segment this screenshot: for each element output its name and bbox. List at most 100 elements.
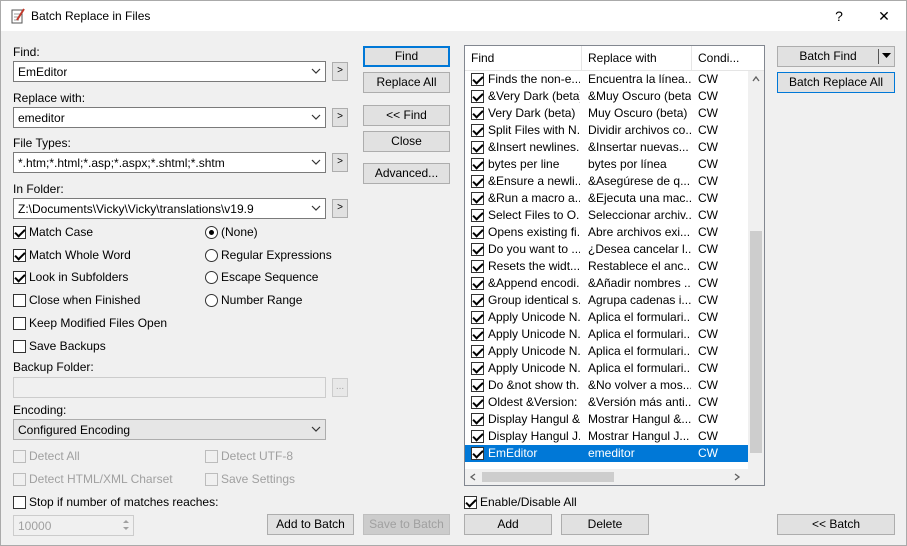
save-settings-checkbox[interactable]: Save Settings xyxy=(205,472,295,486)
backup-browse-button[interactable]: ... xyxy=(332,378,348,397)
table-row[interactable]: Apply Unicode N... Aplica el formulari...… xyxy=(465,343,748,360)
row-checkbox[interactable] xyxy=(471,158,484,171)
filetypes-expand-button[interactable]: > xyxy=(332,153,348,172)
scroll-up-icon[interactable] xyxy=(752,75,760,83)
look-in-subfolders-checkbox[interactable]: Look in Subfolders xyxy=(13,270,128,284)
row-checkbox[interactable] xyxy=(471,226,484,239)
batch-replace-all-button[interactable]: Batch Replace All xyxy=(777,72,895,93)
row-checkbox[interactable] xyxy=(471,413,484,426)
row-checkbox[interactable] xyxy=(471,311,484,324)
mode-number-range-radio[interactable]: Number Range xyxy=(205,293,302,307)
close-when-finished-checkbox[interactable]: Close when Finished xyxy=(13,293,140,307)
table-row[interactable]: &Run a macro a... &Ejecuta una mac... CW xyxy=(465,190,748,207)
find-expand-button[interactable]: > xyxy=(332,62,348,81)
help-button[interactable]: ? xyxy=(816,1,862,31)
replace-combo[interactable]: emeditor xyxy=(13,107,326,128)
table-row[interactable]: Very Dark (beta) Muy Oscuro (beta) CW xyxy=(465,105,748,122)
column-header-find[interactable]: Find xyxy=(465,46,582,71)
match-case-checkbox[interactable]: Match Case xyxy=(13,225,93,239)
table-row[interactable]: Do you want to ... ¿Desea cancelar l... CW xyxy=(465,241,748,258)
batch-list[interactable]: Find Replace with Condi... Finds the non… xyxy=(464,45,765,486)
filetypes-combo[interactable]: *.htm;*.html;*.asp;*.aspx;*.shtml;*.shtm xyxy=(13,152,326,173)
back-to-batch-button[interactable]: << Batch xyxy=(777,514,895,535)
row-checkbox[interactable] xyxy=(471,328,484,341)
delete-button[interactable]: Delete xyxy=(561,514,649,535)
table-row[interactable]: Apply Unicode N... Aplica el formulari...… xyxy=(465,309,748,326)
horizontal-scrollbar[interactable] xyxy=(465,469,748,485)
stop-matches-checkbox[interactable]: Stop if number of matches reaches: xyxy=(13,495,218,509)
save-backups-checkbox[interactable]: Save Backups xyxy=(13,339,106,353)
table-row[interactable]: &Very Dark (beta) &Muy Oscuro (beta) CW xyxy=(465,88,748,105)
table-row[interactable]: Select Files to O... Seleccionar archiv..… xyxy=(465,207,748,224)
vertical-scroll-thumb[interactable] xyxy=(750,231,762,453)
column-header-conditions[interactable]: Condi... xyxy=(692,46,764,71)
table-row[interactable]: Resets the widt... Restablece el anc... CW xyxy=(465,258,748,275)
table-row[interactable]: Group identical s... Agrupa cadenas i... C… xyxy=(465,292,748,309)
row-checkbox[interactable] xyxy=(471,175,484,188)
detect-charset-checkbox[interactable]: Detect HTML/XML Charset xyxy=(13,472,173,486)
row-checkbox[interactable] xyxy=(471,73,484,86)
column-header-replace[interactable]: Replace with xyxy=(582,46,692,71)
backup-folder-input[interactable] xyxy=(13,377,326,398)
row-checkbox[interactable] xyxy=(471,447,484,460)
replace-all-button[interactable]: Replace All xyxy=(363,72,450,93)
table-row[interactable]: bytes per line bytes por línea CW xyxy=(465,156,748,173)
row-checkbox[interactable] xyxy=(471,209,484,222)
stop-count-stepper[interactable]: 10000 xyxy=(13,515,134,536)
table-row[interactable]: Apply Unicode N... Aplica el formulari...… xyxy=(465,326,748,343)
replace-expand-button[interactable]: > xyxy=(332,108,348,127)
row-checkbox[interactable] xyxy=(471,294,484,307)
find-combo[interactable]: EmEditor xyxy=(13,61,326,82)
row-checkbox[interactable] xyxy=(471,362,484,375)
table-row[interactable]: Display Hangul &... Mostrar Hangul &... CW xyxy=(465,411,748,428)
vertical-scrollbar[interactable] xyxy=(748,71,764,469)
row-checkbox[interactable] xyxy=(471,345,484,358)
detect-all-checkbox[interactable]: Detect All xyxy=(13,449,80,463)
table-row[interactable]: Display Hangul J... Mostrar Hangul J... CW xyxy=(465,428,748,445)
mode-none-radio[interactable]: (None) xyxy=(205,225,258,239)
table-row[interactable]: Do &not show th... &No volver a mos... CW xyxy=(465,377,748,394)
row-checkbox[interactable] xyxy=(471,277,484,290)
scroll-right-icon[interactable] xyxy=(733,473,741,481)
table-row[interactable]: EmEditor emeditor CW xyxy=(465,445,748,462)
batch-find-button[interactable]: Batch Find xyxy=(777,46,895,67)
close-button[interactable]: Close xyxy=(363,131,450,152)
enable-disable-all-checkbox[interactable]: Enable/Disable All xyxy=(464,495,577,509)
folder-expand-button[interactable]: > xyxy=(332,199,348,218)
row-checkbox[interactable] xyxy=(471,379,484,392)
advanced-button[interactable]: Advanced... xyxy=(363,163,450,184)
mode-regex-radio[interactable]: Regular Expressions xyxy=(205,248,332,262)
find-button[interactable]: Find xyxy=(363,46,450,67)
encoding-select[interactable]: Configured Encoding xyxy=(13,419,326,440)
save-to-batch-button[interactable]: Save to Batch xyxy=(363,514,450,535)
table-row[interactable]: &Ensure a newli... &Asegúrese de q... CW xyxy=(465,173,748,190)
add-to-batch-button[interactable]: Add to Batch xyxy=(267,514,354,535)
detect-utf8-checkbox[interactable]: Detect UTF-8 xyxy=(205,449,293,463)
row-checkbox[interactable] xyxy=(471,243,484,256)
row-checkbox[interactable] xyxy=(471,107,484,120)
table-row[interactable]: Apply Unicode N... Aplica el formulari...… xyxy=(465,360,748,377)
close-window-button[interactable]: ✕ xyxy=(861,1,907,31)
folder-combo[interactable]: Z:\Documents\Vicky\Vicky\translations\v1… xyxy=(13,198,326,219)
scroll-left-icon[interactable] xyxy=(469,473,477,481)
row-checkbox[interactable] xyxy=(471,124,484,137)
table-row[interactable]: Opens existing fi... Abre archivos exi...… xyxy=(465,224,748,241)
row-checkbox[interactable] xyxy=(471,430,484,443)
row-checkbox[interactable] xyxy=(471,192,484,205)
spin-arrows-icon[interactable] xyxy=(122,518,130,532)
match-whole-word-checkbox[interactable]: Match Whole Word xyxy=(13,248,131,262)
back-to-find-button[interactable]: << Find xyxy=(363,105,450,126)
horizontal-scroll-thumb[interactable] xyxy=(482,472,614,482)
table-row[interactable]: Finds the non-e... Encuentra la línea... C… xyxy=(465,71,748,88)
table-row[interactable]: Split Files with N... Dividir archivos co… xyxy=(465,122,748,139)
row-checkbox[interactable] xyxy=(471,396,484,409)
mode-escape-radio[interactable]: Escape Sequence xyxy=(205,270,318,284)
keep-modified-checkbox[interactable]: Keep Modified Files Open xyxy=(13,316,167,330)
table-row[interactable]: Oldest &Version: &Versión más anti... CW xyxy=(465,394,748,411)
add-button[interactable]: Add xyxy=(464,514,552,535)
row-checkbox[interactable] xyxy=(471,141,484,154)
row-checkbox[interactable] xyxy=(471,90,484,103)
table-row[interactable]: &Append encodi... &Añadir nombres ... CW xyxy=(465,275,748,292)
table-row[interactable]: &Insert newlines... &Insertar nuevas... CW xyxy=(465,139,748,156)
dropdown-arrow-icon[interactable] xyxy=(882,53,891,59)
